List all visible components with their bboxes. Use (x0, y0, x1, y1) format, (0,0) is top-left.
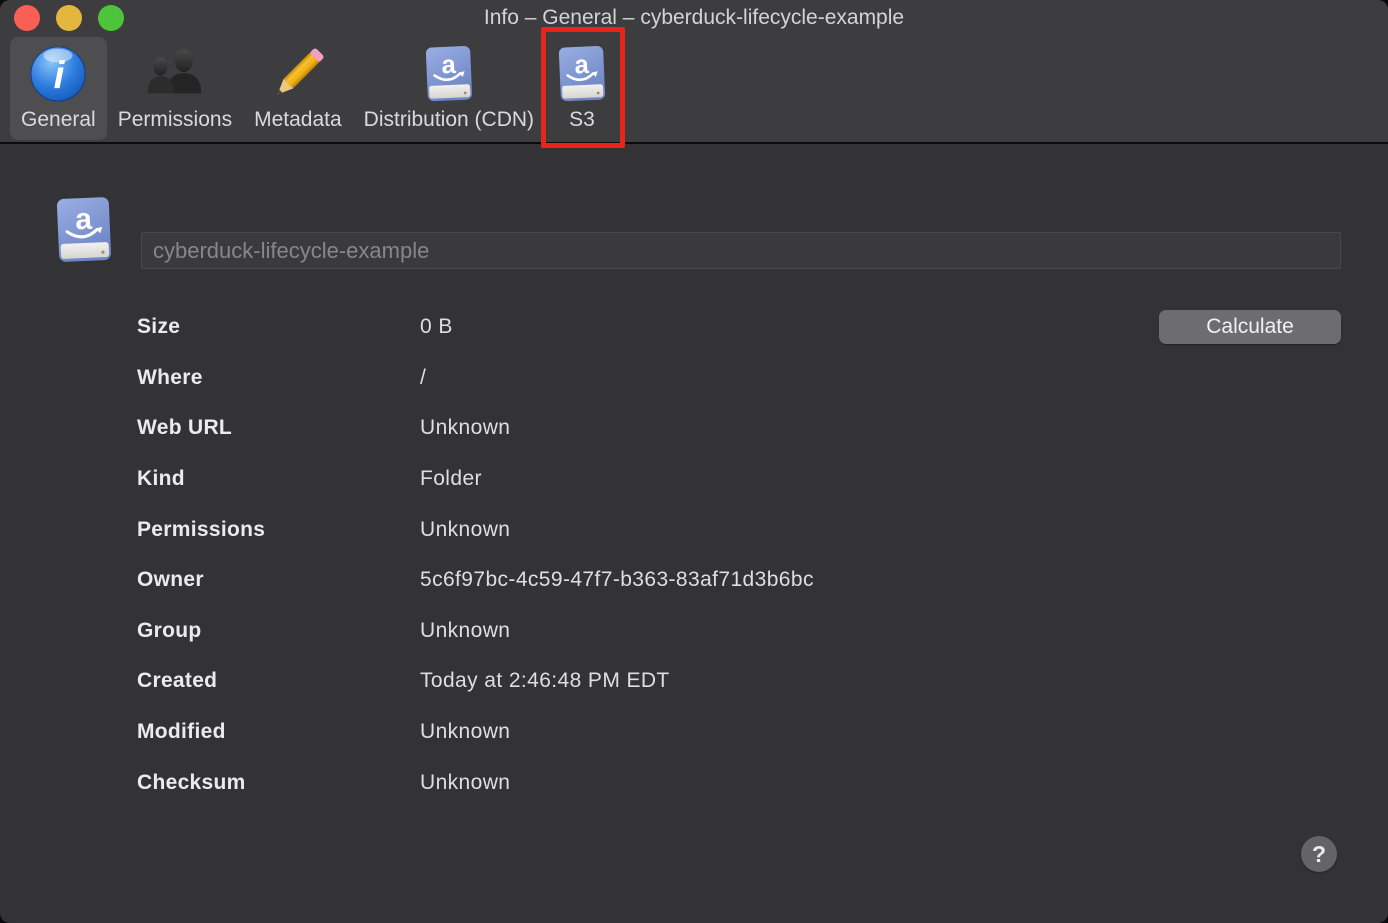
toolbar-tabs: i General (0, 36, 1388, 140)
checksum-value: Unknown (420, 771, 510, 795)
pencil-icon (267, 43, 329, 105)
created-value: Today at 2:46:48 PM EDT (420, 669, 670, 693)
modified-label: Modified (137, 720, 420, 744)
permissions-label: Permissions (137, 518, 420, 542)
svg-text:a: a (441, 51, 457, 80)
info-row-owner: Owner 5c6f97bc-4c59-47f7-b363-83af71d3b6… (137, 555, 1341, 606)
info-row-group: Group Unknown (137, 606, 1341, 657)
info-icon: i (29, 43, 87, 105)
info-row-permissions: Permissions Unknown (137, 504, 1341, 555)
svg-text:a: a (574, 51, 590, 80)
close-button[interactable] (14, 5, 40, 31)
info-row-checksum: Checksum Unknown (137, 757, 1341, 808)
permissions-value: Unknown (420, 518, 510, 542)
where-label: Where (137, 366, 420, 390)
help-button[interactable]: ? (1301, 836, 1337, 872)
checksum-label: Checksum (137, 771, 420, 795)
traffic-lights (14, 5, 124, 31)
owner-label: Owner (137, 568, 420, 592)
kind-value: Folder (420, 467, 482, 491)
filename-input[interactable] (141, 232, 1341, 269)
created-label: Created (137, 669, 420, 693)
group-label: Group (137, 619, 420, 643)
tab-distribution-cdn[interactable]: a Distribution (CDN) (353, 37, 545, 140)
info-row-web-url: Web URL Unknown (137, 403, 1341, 454)
minimize-button[interactable] (56, 5, 82, 31)
tab-s3-label: S3 (569, 108, 595, 132)
general-panel: a Size 0 B Calculate Where / Web URL (0, 144, 1388, 921)
info-row-kind: Kind Folder (137, 454, 1341, 505)
svg-text:a: a (74, 203, 92, 237)
web-url-value: Unknown (420, 416, 510, 440)
info-rows: Size 0 B Calculate Where / Web URL Unkno… (137, 302, 1341, 808)
where-value: / (420, 366, 426, 390)
tab-general[interactable]: i General (10, 37, 107, 140)
amazon-drive-icon: a (50, 196, 118, 269)
titlebar-toolbar: Info – General – cyberduck-lifecycle-exa… (0, 0, 1388, 144)
file-header: a (50, 201, 1341, 269)
tab-s3[interactable]: a S3 (545, 37, 619, 140)
web-url-label: Web URL (137, 416, 420, 440)
size-label: Size (137, 315, 420, 339)
size-value: 0 B (420, 315, 453, 339)
info-row-size: Size 0 B Calculate (137, 302, 1341, 353)
info-row-where: Where / (137, 353, 1341, 404)
info-row-modified: Modified Unknown (137, 707, 1341, 758)
tab-metadata[interactable]: Metadata (243, 37, 353, 140)
owner-value: 5c6f97bc-4c59-47f7-b363-83af71d3b6bc (420, 568, 814, 592)
zoom-button[interactable] (98, 5, 124, 31)
group-value: Unknown (420, 619, 510, 643)
tab-general-label: General (21, 108, 96, 132)
people-icon (144, 43, 206, 105)
calculate-button[interactable]: Calculate (1159, 310, 1341, 344)
kind-label: Kind (137, 467, 420, 491)
amazon-drive-icon: a (423, 43, 475, 105)
window-title: Info – General – cyberduck-lifecycle-exa… (0, 0, 1388, 36)
tab-distribution-cdn-label: Distribution (CDN) (364, 108, 534, 132)
tab-metadata-label: Metadata (254, 108, 342, 132)
tab-permissions-label: Permissions (118, 108, 232, 132)
tab-permissions[interactable]: Permissions (107, 37, 243, 140)
modified-value: Unknown (420, 720, 510, 744)
amazon-drive-icon: a (556, 43, 608, 105)
info-window: Info – General – cyberduck-lifecycle-exa… (0, 0, 1388, 923)
svg-text:i: i (54, 55, 66, 98)
info-row-created: Created Today at 2:46:48 PM EDT (137, 656, 1341, 707)
